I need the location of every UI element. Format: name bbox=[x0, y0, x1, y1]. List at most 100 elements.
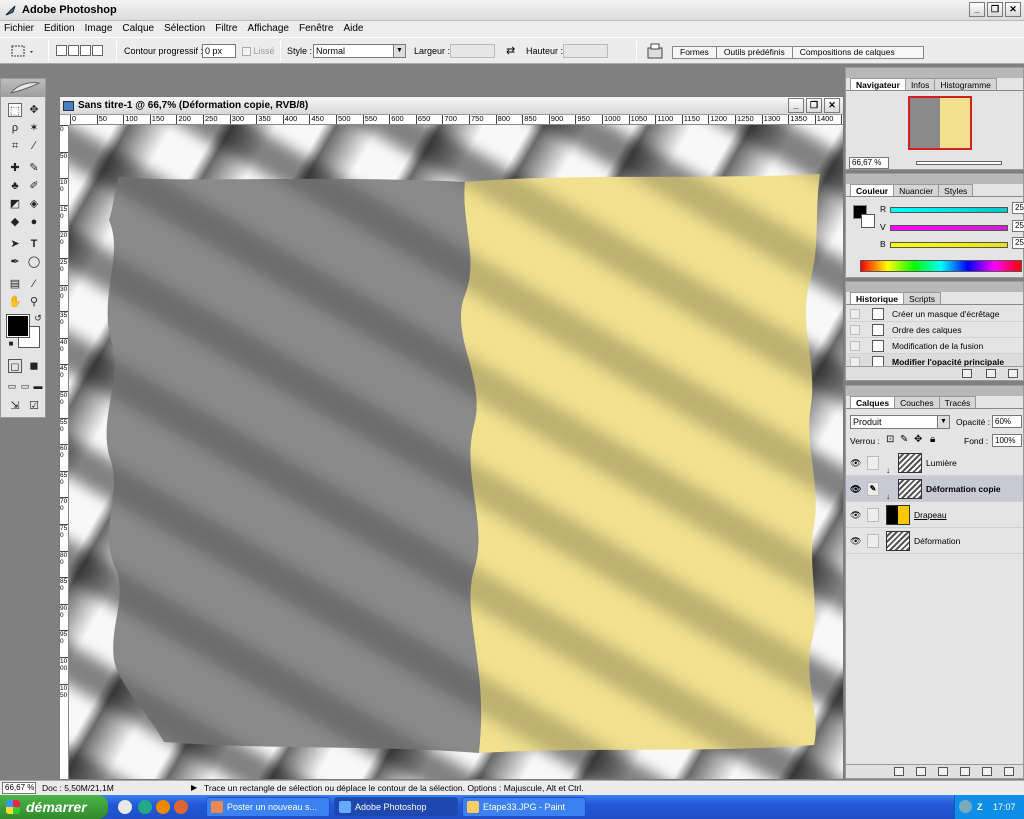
restore-button[interactable]: ❐ bbox=[987, 2, 1003, 17]
eye-icon[interactable]: 👁︎ bbox=[850, 484, 862, 494]
task-photoshop[interactable]: Adobe Photoshop bbox=[334, 797, 458, 817]
layer-row[interactable]: 👁︎ Déformation bbox=[846, 528, 1023, 554]
type-tool-icon[interactable]: T bbox=[27, 237, 41, 251]
doc-minimize-button[interactable]: _ bbox=[788, 98, 804, 113]
history-item[interactable]: Modification de la fusion bbox=[846, 338, 1023, 354]
palette-well-icon[interactable] bbox=[646, 38, 664, 65]
color-spectrum-ramp[interactable] bbox=[860, 260, 1022, 272]
move-tool-icon[interactable]: ✥ bbox=[27, 103, 41, 117]
navigator-thumbnail[interactable] bbox=[908, 96, 972, 150]
width-input[interactable] bbox=[450, 44, 495, 58]
well-tab-compositions[interactable]: Compositions de calques bbox=[791, 46, 924, 59]
clone-stamp-icon[interactable]: ♣ bbox=[8, 179, 22, 193]
tab-traces[interactable]: Tracés bbox=[938, 396, 977, 408]
menu-fenetre[interactable]: Fenêtre bbox=[299, 21, 333, 37]
crop-tool-icon[interactable]: ⌗ bbox=[8, 139, 22, 153]
slider-b-bar[interactable] bbox=[890, 242, 1008, 248]
tab-nuancier[interactable]: Nuancier bbox=[893, 184, 940, 196]
task-paint[interactable]: Etape33.JPG - Paint bbox=[462, 797, 586, 817]
slider-r[interactable]: R 255 bbox=[860, 202, 1024, 216]
feather-input[interactable]: 0 px bbox=[202, 44, 236, 58]
menu-calque[interactable]: Calque bbox=[122, 21, 154, 37]
slider-v[interactable]: V 255 bbox=[860, 220, 1024, 234]
status-zoom-input[interactable]: 66,67 % bbox=[2, 782, 36, 794]
layer-link-box[interactable] bbox=[867, 456, 879, 470]
image-canvas[interactable] bbox=[69, 125, 843, 779]
start-button[interactable]: démarrer bbox=[0, 795, 108, 819]
new-adjustment-icon[interactable] bbox=[960, 767, 970, 776]
history-item[interactable]: Ordre des calques bbox=[846, 322, 1023, 338]
screen-mode-full-menu-icon[interactable]: ▭ bbox=[18, 379, 32, 393]
history-snapshot-box[interactable] bbox=[850, 341, 860, 351]
marquee-preset-icon[interactable] bbox=[8, 38, 36, 65]
tab-historique[interactable]: Historique bbox=[850, 292, 905, 304]
lock-transparency-icon[interactable]: ⊡ bbox=[886, 434, 894, 445]
height-input[interactable] bbox=[563, 44, 608, 58]
marquee-tool-icon[interactable]: ⬚ bbox=[8, 103, 22, 117]
toolbox-header[interactable] bbox=[1, 79, 45, 97]
layer-row-active[interactable]: 👁︎ ✎ ↓ Déformation copie bbox=[846, 476, 1023, 502]
trash-icon[interactable] bbox=[1004, 767, 1014, 776]
show-desktop-icon[interactable] bbox=[118, 800, 132, 814]
new-document-icon[interactable] bbox=[962, 369, 972, 378]
slider-v-value[interactable]: 255 bbox=[1012, 220, 1024, 232]
swap-icon[interactable]: ⇄ bbox=[506, 38, 515, 65]
quicklaunch-firefox-icon[interactable] bbox=[174, 800, 188, 814]
tab-histogramme[interactable]: Histogramme bbox=[934, 78, 997, 90]
new-layer-icon[interactable] bbox=[982, 767, 992, 776]
trash-icon[interactable] bbox=[1008, 369, 1018, 378]
style-select[interactable]: Normal ▼ bbox=[313, 44, 406, 58]
camera-snapshot-icon[interactable] bbox=[986, 369, 996, 378]
slider-r-bar[interactable] bbox=[890, 207, 1008, 213]
tab-scripts[interactable]: Scripts bbox=[903, 292, 942, 304]
navigator-zoom-slider[interactable] bbox=[916, 161, 1002, 165]
quickmask-mode-icon[interactable]: ◼ bbox=[27, 359, 41, 373]
history-brush-icon[interactable]: ✐ bbox=[27, 179, 41, 193]
add-selection-icon[interactable] bbox=[68, 45, 79, 56]
document-titlebar[interactable]: Sans titre-1 @ 66,7% (Déformation copie,… bbox=[60, 97, 843, 115]
menu-edition[interactable]: Edition bbox=[44, 21, 75, 37]
dodge-tool-icon[interactable]: ● bbox=[27, 215, 41, 229]
brush-tool-icon[interactable]: ✎ bbox=[27, 161, 41, 175]
healing-brush-icon[interactable]: ✚ bbox=[8, 161, 22, 175]
link-layers-icon[interactable] bbox=[894, 767, 904, 776]
tab-styles[interactable]: Styles bbox=[938, 184, 974, 196]
tray-arrow-icon[interactable] bbox=[959, 800, 972, 813]
magic-wand-icon[interactable]: ✶ bbox=[27, 121, 41, 135]
menu-affichage[interactable]: Affichage bbox=[247, 21, 289, 37]
antialias-checkbox[interactable]: Lissé bbox=[242, 38, 275, 65]
layer-row[interactable]: 👁︎ Drapeau bbox=[846, 502, 1023, 528]
notes-tool-icon[interactable]: ▤ bbox=[8, 277, 22, 291]
lasso-tool-icon[interactable]: ρ bbox=[8, 121, 22, 135]
eye-icon[interactable]: 👁︎ bbox=[850, 536, 862, 546]
lock-position-icon[interactable]: ✥ bbox=[914, 434, 922, 445]
well-tab-outils[interactable]: Outils prédéfinis bbox=[715, 46, 793, 59]
eye-icon[interactable]: 👁︎ bbox=[850, 510, 862, 520]
eyedropper-icon[interactable]: ⁄ bbox=[27, 277, 41, 291]
status-arrow-icon[interactable]: ▶ bbox=[191, 781, 197, 795]
brush-icon[interactable]: ✎ bbox=[867, 482, 879, 496]
eraser-tool-icon[interactable]: ◩ bbox=[8, 197, 22, 211]
slice-tool-icon[interactable]: ∕ bbox=[27, 139, 41, 153]
layer-row[interactable]: 👁︎ ↓ Lumière bbox=[846, 450, 1023, 476]
well-tab-formes[interactable]: Formes bbox=[672, 46, 717, 59]
new-selection-icon[interactable] bbox=[56, 45, 67, 56]
blur-tool-icon[interactable]: ◆ bbox=[8, 215, 22, 229]
slider-r-value[interactable]: 255 bbox=[1012, 202, 1024, 214]
swap-colors-icon[interactable]: ↺ bbox=[31, 311, 45, 325]
lock-all-icon[interactable]: 🔒︎ bbox=[930, 434, 935, 445]
shape-tool-icon[interactable]: ◯ bbox=[27, 255, 41, 269]
slider-b-value[interactable]: 255 bbox=[1012, 237, 1024, 249]
history-snapshot-box[interactable] bbox=[850, 325, 860, 335]
close-button[interactable]: ✕ bbox=[1005, 2, 1021, 17]
opacity-input[interactable]: 60% bbox=[992, 415, 1022, 428]
jump-to-imageready-icon[interactable]: ⇲ bbox=[8, 399, 22, 413]
panel-grip[interactable] bbox=[846, 68, 1023, 78]
tab-calques[interactable]: Calques bbox=[850, 396, 896, 408]
foreground-color-swatch[interactable] bbox=[6, 314, 30, 338]
slider-b[interactable]: B 255 bbox=[860, 237, 1024, 251]
firefox-icon[interactable] bbox=[156, 800, 170, 814]
intersect-selection-icon[interactable] bbox=[92, 45, 103, 56]
menu-selection[interactable]: Sélection bbox=[164, 21, 205, 37]
tab-couleur[interactable]: Couleur bbox=[850, 184, 895, 196]
